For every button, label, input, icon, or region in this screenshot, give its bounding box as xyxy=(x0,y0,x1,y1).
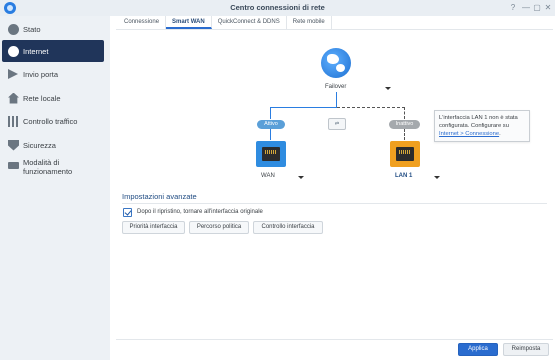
interface-priority-button[interactable]: Priorità interfaccia xyxy=(122,221,185,234)
connector-line-dashed xyxy=(404,107,405,119)
connector-line xyxy=(270,107,271,119)
tab-bar: Connessione Smart WAN QuickConnect & DDN… xyxy=(118,16,332,29)
sidebar-item-label: Rete locale xyxy=(23,93,61,103)
tab-rete-mobile[interactable]: Rete mobile xyxy=(287,16,332,29)
globe-icon xyxy=(8,45,19,57)
home-icon xyxy=(8,92,19,104)
tooltip-text: L'interfaccia LAN 1 non è stata configur… xyxy=(439,115,518,129)
mode-dropdown-chevron-down-icon[interactable] xyxy=(385,87,391,90)
revert-interface-label[interactable]: Dopo il ripristino, tornare all'interfac… xyxy=(137,209,263,215)
maximize-icon[interactable]: ▢ xyxy=(532,2,542,13)
router-icon xyxy=(8,162,19,169)
advanced-settings-title: Impostazioni avanzate xyxy=(122,192,197,201)
apply-button[interactable]: Applica xyxy=(458,343,498,356)
footer-divider xyxy=(116,339,553,340)
sidebar-item-stato[interactable]: Stato xyxy=(2,18,104,40)
internet-globe-icon xyxy=(321,48,351,78)
lan-port-icon xyxy=(390,141,420,167)
connector-line xyxy=(336,92,337,107)
sidebar-item-invio-porta[interactable]: Invio porta xyxy=(2,63,104,85)
wan-label[interactable]: WAN xyxy=(261,173,275,179)
sidebar-item-sicurezza[interactable]: Sicurezza xyxy=(2,134,104,156)
policy-route-button[interactable]: Percorso politica xyxy=(189,221,249,234)
tooltip-link[interactable]: Internet > Connessione xyxy=(439,131,499,137)
inactive-badge: Inattivo xyxy=(389,120,420,129)
tooltip-suffix: . xyxy=(499,131,501,137)
sidebar-item-modalita-funzionamento[interactable]: Modalità di funzionamento xyxy=(2,156,104,182)
mode-label[interactable]: Failover xyxy=(325,84,346,90)
tooltip: L'interfaccia LAN 1 non è stata configur… xyxy=(434,110,530,142)
wan-dropdown-chevron-down-icon[interactable] xyxy=(298,176,304,179)
traffic-icon xyxy=(8,115,19,127)
sidebar: Stato Internet Invio porta Rete locale C… xyxy=(0,16,110,360)
tab-connessione[interactable]: Connessione xyxy=(118,16,167,29)
connector-line-dashed xyxy=(337,107,405,108)
window-title: Centro connessioni di rete xyxy=(230,3,325,12)
interface-check-button[interactable]: Controllo interfaccia xyxy=(253,221,323,234)
revert-interface-checkbox[interactable] xyxy=(123,208,132,217)
sidebar-item-label: Invio porta xyxy=(23,69,59,79)
shield-icon xyxy=(8,139,19,151)
sidebar-item-label: Modalità di funzionamento xyxy=(23,158,73,176)
active-badge: Attivo xyxy=(257,120,285,129)
sidebar-item-label: Stato xyxy=(23,24,41,34)
lan-label[interactable]: LAN 1 xyxy=(395,173,412,179)
tab-quickconnect-ddns[interactable]: QuickConnect & DDNS xyxy=(212,16,287,29)
section-divider xyxy=(122,203,547,204)
connector-line xyxy=(270,129,271,140)
sidebar-item-controllo-traffico[interactable]: Controllo traffico xyxy=(2,110,104,132)
sidebar-item-rete-locale[interactable]: Rete locale xyxy=(2,87,104,109)
tab-smart-wan[interactable]: Smart WAN xyxy=(166,16,212,29)
minimize-icon[interactable]: — xyxy=(521,2,531,13)
status-icon xyxy=(8,23,19,35)
arrow-icon xyxy=(8,69,18,79)
sidebar-item-label: Controllo traffico xyxy=(23,116,78,126)
sidebar-item-internet[interactable]: Internet xyxy=(2,40,104,62)
tabs-divider xyxy=(116,29,553,30)
connector-line xyxy=(270,107,337,108)
reset-button[interactable]: Reimposta xyxy=(503,343,549,356)
close-icon[interactable]: ✕ xyxy=(543,2,553,13)
wan-port-icon xyxy=(256,141,286,167)
lan-dropdown-chevron-down-icon[interactable] xyxy=(434,176,440,179)
sidebar-item-label: Internet xyxy=(23,46,49,56)
title-bar: Centro connessioni di rete ? — ▢ ✕ xyxy=(0,0,555,16)
sidebar-item-label: Sicurezza xyxy=(23,140,56,150)
load-balance-icon: ⇄ xyxy=(328,118,346,130)
connector-line-dashed xyxy=(404,129,405,140)
help-icon[interactable]: ? xyxy=(508,2,518,13)
